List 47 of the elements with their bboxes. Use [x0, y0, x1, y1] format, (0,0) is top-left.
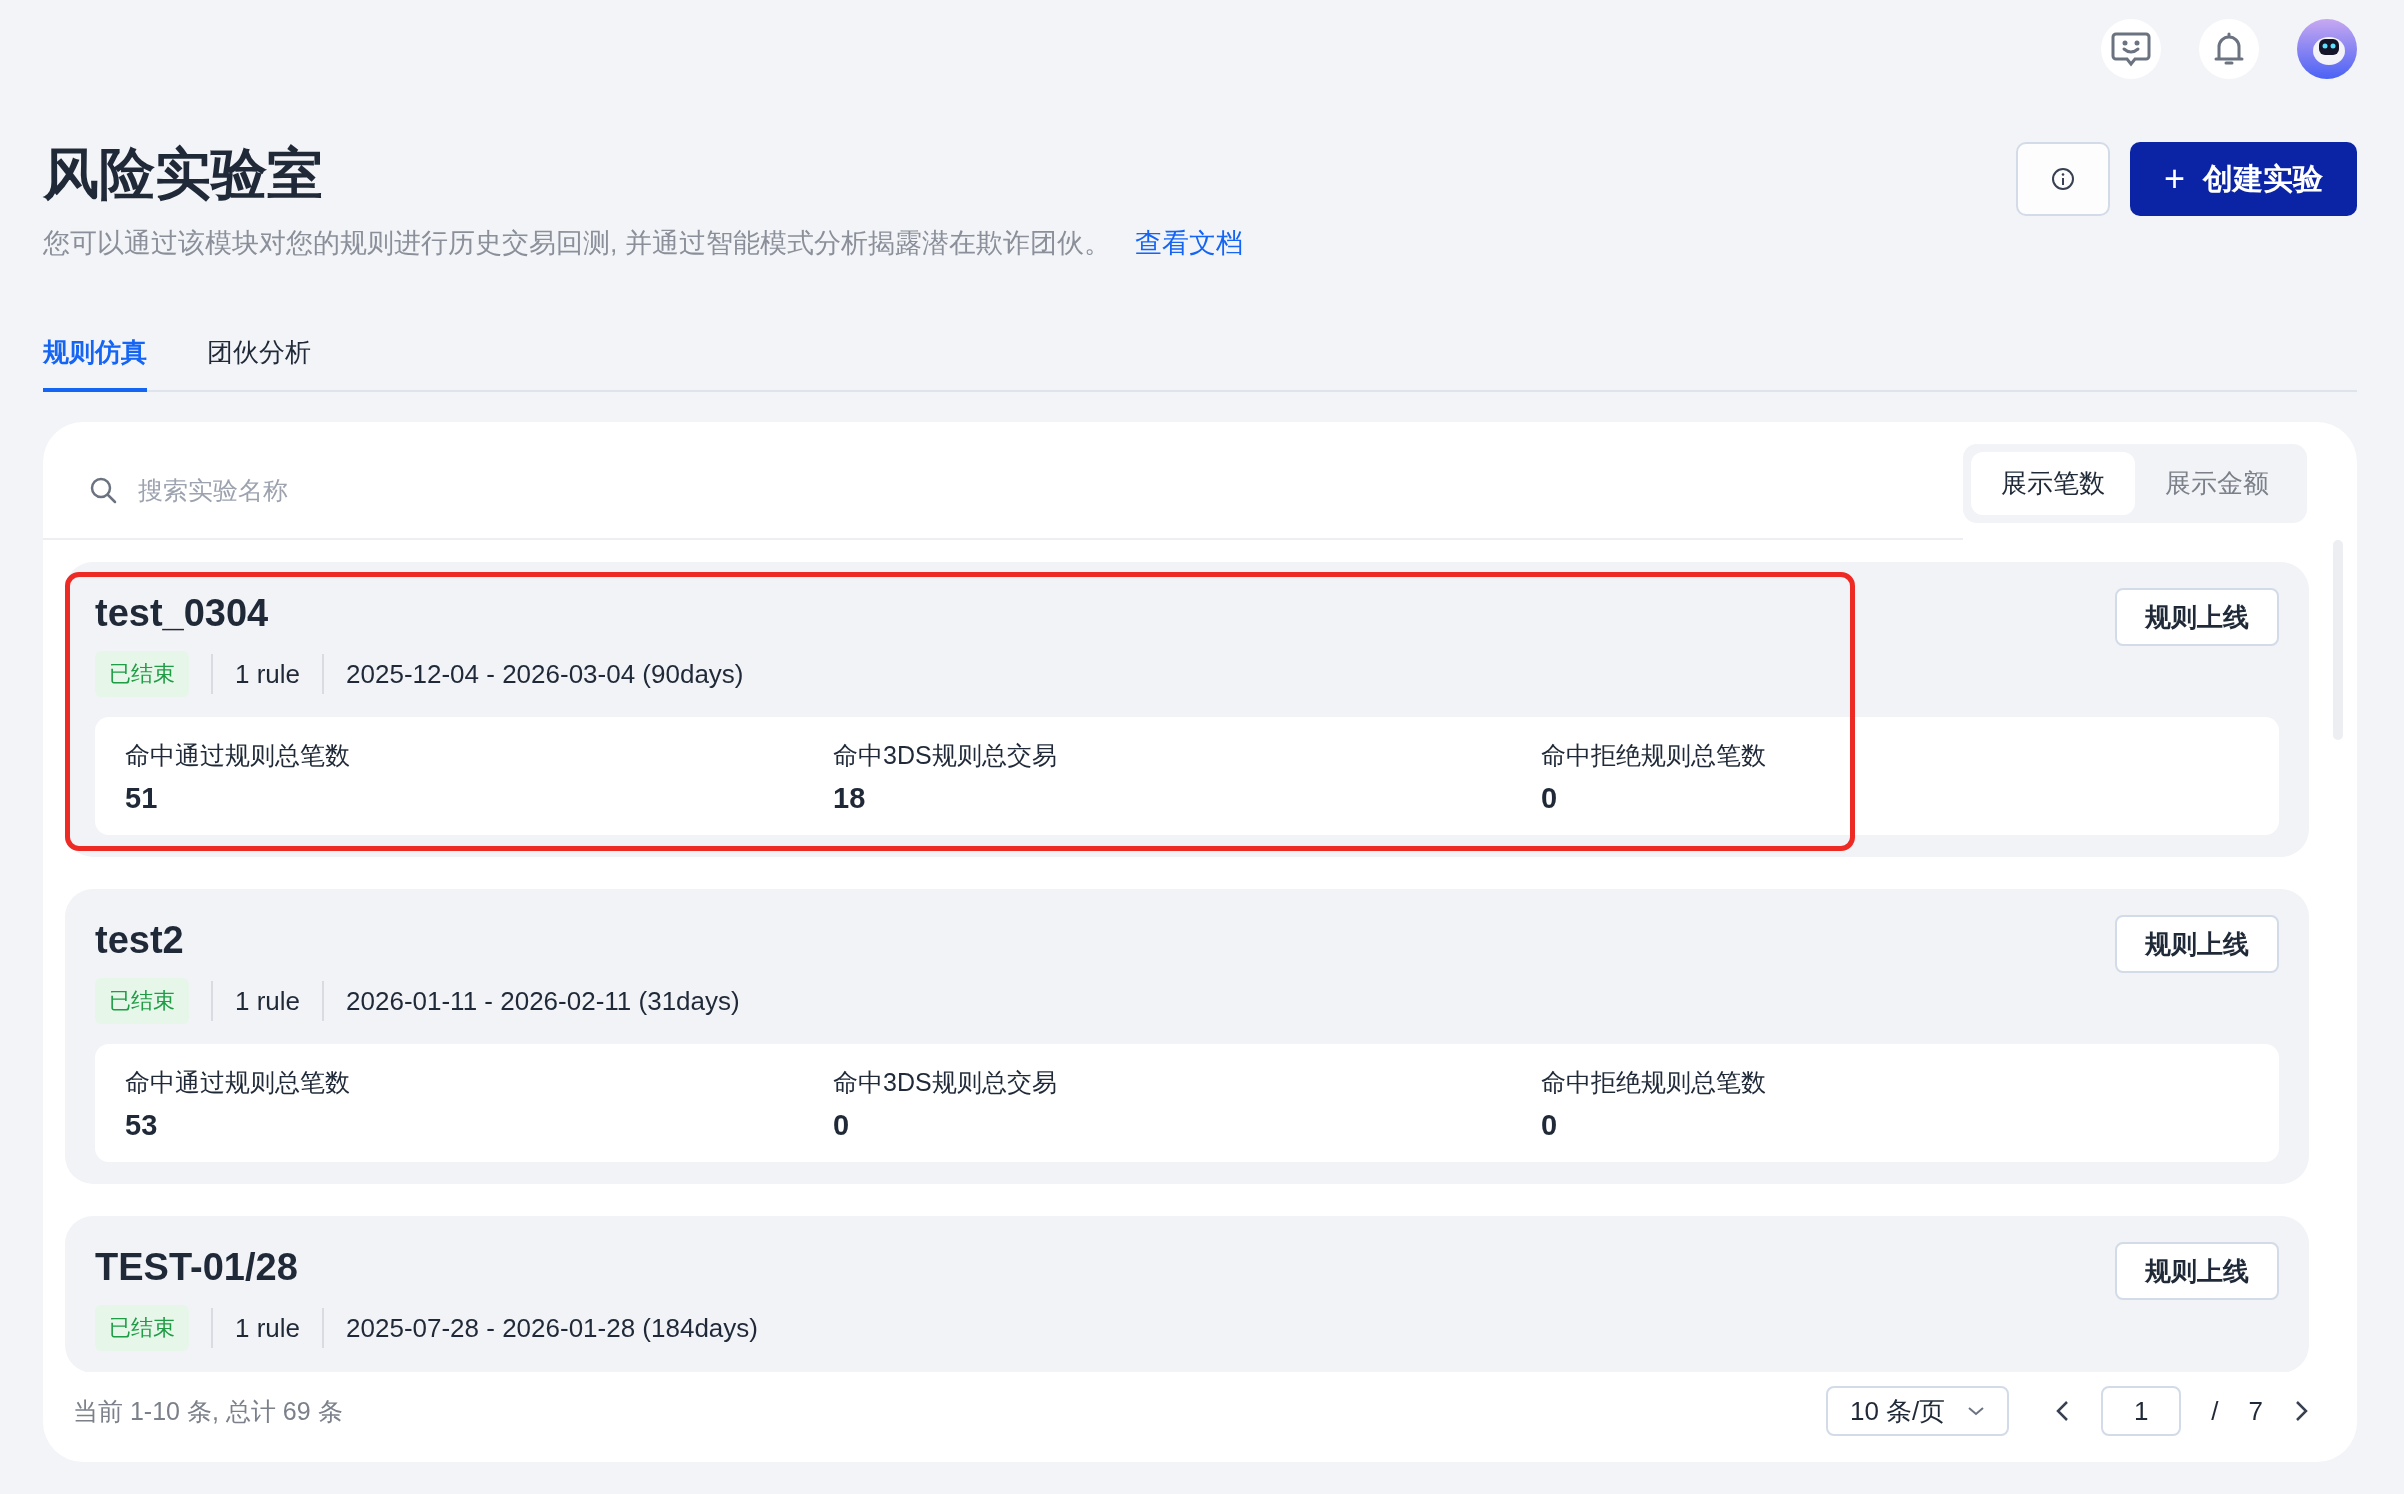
chevron-down-icon — [1967, 1405, 1986, 1418]
stat-label: 命中拒绝规则总笔数 — [1541, 1067, 1767, 1099]
experiment-name: test2 — [95, 919, 185, 963]
next-page-icon[interactable] — [2293, 1400, 2309, 1423]
rule-count: 1 rule — [235, 658, 301, 690]
total-pages: 7 — [2248, 1395, 2263, 1427]
stat-value: 51 — [125, 782, 159, 816]
publish-rule-button[interactable]: 规则上线 — [2115, 915, 2279, 974]
page-title: 风险实验室 — [43, 141, 324, 207]
date-range: 2025-12-04 - 2026-03-04 (90days) — [346, 658, 744, 690]
date-range: 2025-07-28 - 2026-01-28 (184days) — [346, 1312, 758, 1344]
pagination-summary: 当前 1-10 条, 总计 69 条 — [73, 1395, 343, 1427]
experiment-name: TEST-01/28 — [95, 1246, 299, 1290]
experiment-name: test_0304 — [95, 592, 270, 636]
status-tag: 已结束 — [95, 1305, 189, 1352]
toggle-option[interactable]: 展示金额 — [2135, 452, 2299, 516]
toggle-option[interactable]: 展示笔数 — [1971, 452, 2135, 516]
stat-value: 53 — [125, 1109, 159, 1143]
search-field[interactable]: 搜索实验名称 — [136, 474, 1963, 506]
stat-value: 0 — [1541, 782, 1559, 816]
stat-label: 命中3DS规则总交易 — [833, 740, 1058, 772]
info-icon — [2050, 167, 2075, 191]
stat-value: 0 — [833, 1109, 851, 1143]
page-separator: / — [2211, 1395, 2219, 1427]
avatar-icon[interactable] — [2297, 19, 2357, 79]
stat-label: 命中3DS规则总交易 — [833, 1067, 1058, 1099]
info-button[interactable] — [2015, 142, 2110, 216]
publish-rule-button[interactable]: 规则上线 — [2115, 1242, 2279, 1301]
create-experiment-button[interactable]: + 创建实验 — [2129, 142, 2357, 216]
publish-rule-button[interactable]: 规则上线 — [2115, 588, 2279, 647]
status-tag: 已结束 — [95, 978, 189, 1025]
date-range: 2026-01-11 - 2026-02-11 (31days) — [346, 985, 740, 1017]
stat-label: 命中拒绝规则总笔数 — [1541, 740, 1767, 772]
stat-value: 0 — [1541, 1109, 1559, 1143]
page-description: 您可以通过该模块对您的规则进行历史交易回测, 并通过智能模式分析揭露潜在欺诈团伙。 — [43, 227, 1111, 261]
documentation-link[interactable]: 查看文档 — [1134, 225, 1243, 262]
page-input[interactable]: 1 — [2101, 1386, 2182, 1437]
stat-label: 命中通过规则总笔数 — [125, 740, 351, 772]
stat-label: 命中通过规则总笔数 — [125, 1067, 351, 1099]
rule-count: 1 rule — [235, 1312, 301, 1344]
tab[interactable]: 团伙分析 — [207, 335, 311, 393]
page-size-select[interactable]: 10 条/页 — [1825, 1386, 2010, 1437]
stat-value: 18 — [833, 782, 867, 816]
search-icon — [88, 475, 118, 506]
status-tag: 已结束 — [95, 651, 189, 698]
rule-count: 1 rule — [235, 985, 301, 1017]
tab[interactable]: 规则仿真 — [43, 335, 147, 393]
